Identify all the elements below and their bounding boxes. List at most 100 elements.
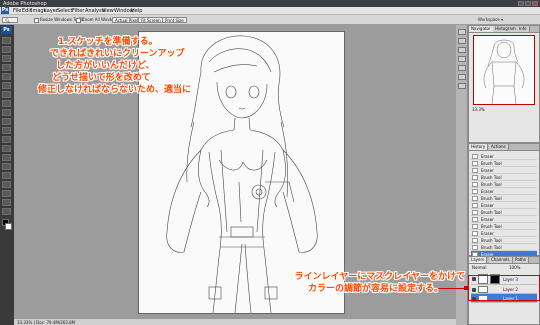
- menu-help[interactable]: Help: [131, 8, 142, 14]
- layer-annotation: ラインレイヤーにマスクレイヤーをかけて カラーの調節が容易に設定する。: [275, 271, 465, 295]
- crop-tool-icon[interactable]: [2, 73, 11, 80]
- menu-filter[interactable]: Filter: [72, 8, 84, 14]
- tab-navigator[interactable]: Navigator: [469, 26, 494, 32]
- workspace-menu[interactable]: Workspace ▾: [478, 17, 503, 22]
- zoom-tool-icon[interactable]: [2, 208, 11, 215]
- history-item-label: Brush Tool: [481, 210, 502, 215]
- layers-highlight-box: [468, 275, 540, 301]
- path-select-tool-icon[interactable]: [2, 181, 11, 188]
- shape-tool-icon[interactable]: [2, 190, 11, 197]
- history-item[interactable]: Brush Tool: [471, 244, 537, 251]
- annotation-line-1: 1.スケッチを準備する。: [58, 37, 158, 47]
- history-item[interactable]: Eraser: [471, 167, 537, 174]
- eraser-icon: [472, 217, 478, 222]
- navigator-panel: Navigator Histogram Info 33.3%: [468, 25, 540, 143]
- layers-tabs: Layers Channels Paths: [469, 257, 539, 264]
- history-panel-icon[interactable]: [458, 29, 466, 35]
- history-item[interactable]: Brush Tool: [471, 160, 537, 167]
- tab-history[interactable]: History: [469, 144, 489, 150]
- menu-file[interactable]: File: [13, 8, 21, 14]
- maximize-button[interactable]: [525, 1, 531, 6]
- navigator-zoom[interactable]: 33.3%: [472, 107, 485, 112]
- hand-tool-icon[interactable]: [2, 199, 11, 206]
- layer-annotation-line-2: カラーの調節が容易に設定する。: [307, 284, 443, 294]
- healing-tool-icon[interactable]: [2, 91, 11, 98]
- history-item[interactable]: Eraser: [471, 216, 537, 223]
- navigator-preview[interactable]: [473, 35, 535, 105]
- lasso-tool-icon[interactable]: [2, 55, 11, 62]
- ps-logo: Ps: [1, 26, 12, 34]
- history-item[interactable]: Eraser: [471, 188, 537, 195]
- history-item-label: Eraser: [481, 231, 494, 236]
- menu-bar: Ps File Edit Image Layer Select Filter A…: [0, 7, 540, 15]
- clone-stamp-tool-icon[interactable]: [2, 109, 11, 116]
- styles-panel-icon[interactable]: [458, 65, 466, 71]
- annotation-line-5: 修正しなければならないため、適当に: [38, 85, 192, 95]
- tab-info[interactable]: Info: [517, 26, 530, 32]
- window-title: Adobe Photoshop: [3, 0, 47, 7]
- tab-layers[interactable]: Layers: [469, 257, 488, 263]
- fit-screen-button[interactable]: Fit Screen: [138, 17, 164, 23]
- app-logo: Ps: [1, 7, 9, 14]
- actions-panel-icon[interactable]: [458, 38, 466, 44]
- swatches-panel-icon[interactable]: [458, 56, 466, 62]
- history-item-label: Eraser: [481, 189, 494, 194]
- tab-paths[interactable]: Paths: [513, 257, 529, 263]
- magic-wand-tool-icon[interactable]: [2, 64, 11, 71]
- menu-select[interactable]: Select: [57, 8, 72, 14]
- history-item[interactable]: Eraser: [471, 202, 537, 209]
- history-item-label: Eraser: [481, 217, 494, 222]
- menu-view[interactable]: View: [102, 8, 114, 14]
- tab-actions[interactable]: Actions: [489, 144, 509, 150]
- history-item-label: Brush Tool: [481, 238, 502, 243]
- adjustments-panel-icon[interactable]: [458, 74, 466, 80]
- history-item[interactable]: Eraser: [471, 153, 537, 160]
- move-tool-icon[interactable]: [2, 37, 11, 44]
- history-item-label: Brush Tool: [481, 161, 502, 166]
- eraser-tool-icon[interactable]: [2, 127, 11, 134]
- brush-icon: [472, 182, 478, 187]
- background-color-swatch[interactable]: [5, 223, 12, 230]
- eraser-icon: [472, 203, 478, 208]
- menu-layer[interactable]: Layer: [44, 8, 58, 14]
- tab-histogram[interactable]: Histogram: [493, 26, 519, 32]
- history-item[interactable]: Brush Tool: [471, 181, 537, 188]
- pen-tool-icon[interactable]: [2, 163, 11, 170]
- opacity-field[interactable]: 100%: [509, 265, 520, 270]
- history-item-label: Eraser: [481, 168, 494, 173]
- layer-annotation-line-1: ラインレイヤーにマスクレイヤーをかけて: [294, 272, 465, 282]
- history-brush-tool-icon[interactable]: [2, 118, 11, 125]
- eraser-icon: [472, 189, 478, 194]
- history-item[interactable]: Brush Tool: [471, 195, 537, 202]
- history-item[interactable]: Brush Tool: [471, 223, 537, 230]
- marquee-tool-icon[interactable]: [2, 46, 11, 53]
- print-size-button[interactable]: Print Size: [162, 17, 187, 23]
- history-item-label: Brush Tool: [481, 182, 502, 187]
- history-tabs: History Actions: [469, 144, 539, 151]
- resize-windows-checkbox[interactable]: [34, 17, 39, 23]
- gradient-tool-icon[interactable]: [2, 136, 11, 143]
- zoom-tool-icon[interactable]: 🔍︎: [2, 17, 18, 23]
- history-item-label: Eraser: [481, 203, 494, 208]
- history-item-label: Brush Tool: [481, 245, 502, 250]
- history-item[interactable]: Brush Tool: [471, 237, 537, 244]
- dodge-tool-icon[interactable]: [2, 154, 11, 161]
- close-button[interactable]: [532, 1, 538, 6]
- history-item[interactable]: Brush Tool: [471, 209, 537, 216]
- brush-icon: [472, 175, 478, 180]
- brush-icon: [472, 224, 478, 229]
- tab-channels[interactable]: Channels: [489, 257, 513, 263]
- masks-panel-icon[interactable]: [458, 83, 466, 89]
- type-tool-icon[interactable]: [2, 172, 11, 179]
- eyedropper-tool-icon[interactable]: [2, 82, 11, 89]
- brush-tool-icon[interactable]: [2, 100, 11, 107]
- brushes-panel-icon[interactable]: [458, 47, 466, 53]
- minimize-button[interactable]: [518, 1, 524, 6]
- blur-tool-icon[interactable]: [2, 145, 11, 152]
- blend-mode-select[interactable]: Normal: [472, 265, 486, 270]
- history-item[interactable]: Brush Tool: [471, 174, 537, 181]
- brush-icon: [472, 161, 478, 166]
- history-item[interactable]: Eraser: [471, 230, 537, 237]
- zoom-all-checkbox[interactable]: [76, 17, 81, 23]
- eraser-icon: [472, 154, 478, 159]
